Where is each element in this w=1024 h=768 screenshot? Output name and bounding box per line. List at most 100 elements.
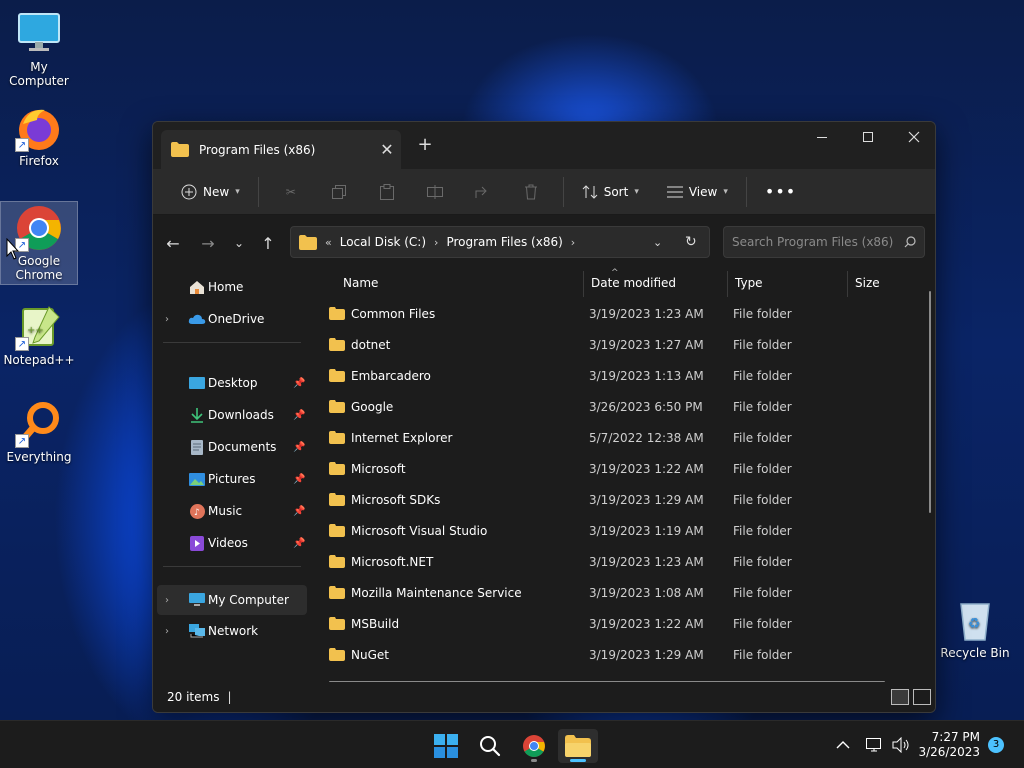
- chevron-right-icon[interactable]: ›: [165, 626, 169, 637]
- sidebar-item-pictures[interactable]: Pictures 📌: [157, 465, 307, 493]
- back-arrow-icon[interactable]: ←: [161, 231, 185, 255]
- file-name[interactable]: Mozilla Maintenance Service: [351, 586, 522, 600]
- pin-icon[interactable]: 📌: [293, 378, 305, 389]
- chrome-taskbar-icon[interactable]: [514, 729, 554, 763]
- breadcrumb-overflow[interactable]: «: [325, 236, 332, 249]
- view-label: View: [688, 184, 718, 199]
- search-box[interactable]: [723, 226, 925, 258]
- minimize-icon[interactable]: [799, 122, 845, 152]
- network-tray-icon[interactable]: [866, 721, 884, 768]
- recent-locations-chevron-icon[interactable]: ⌄: [227, 231, 251, 255]
- column-header-size[interactable]: Size: [855, 276, 880, 290]
- desktop-icon-everything[interactable]: ↗ Everything: [0, 400, 78, 464]
- table-row[interactable]: Microsoft 3/19/2023 1:22 AM File folder: [327, 453, 907, 484]
- table-row[interactable]: Microsoft SDKs 3/19/2023 1:29 AM File fold…: [327, 484, 907, 515]
- address-bar[interactable]: « Local Disk (C:) › Program Files (x86) …: [290, 226, 710, 258]
- desktop-icon-notepadpp[interactable]: ++ ↗ Notepad++: [0, 303, 78, 367]
- file-name[interactable]: MSBuild: [351, 617, 399, 631]
- up-arrow-icon[interactable]: ↑: [256, 231, 280, 255]
- file-name[interactable]: Common Files: [351, 307, 435, 321]
- taskbar-clock[interactable]: 7:27 PM 3/26/2023: [918, 730, 980, 760]
- sidebar-item-videos[interactable]: Videos 📌: [157, 529, 307, 557]
- table-row[interactable]: dotnet 3/19/2023 1:27 AM File folder: [327, 329, 907, 360]
- sidebar-item-my-computer[interactable]: › My Computer: [157, 585, 307, 615]
- pin-icon[interactable]: 📌: [293, 442, 305, 453]
- pin-icon[interactable]: 📌: [293, 506, 305, 517]
- paste-icon[interactable]: [372, 176, 402, 208]
- copy-icon[interactable]: [324, 176, 354, 208]
- file-name[interactable]: NuGet: [351, 648, 389, 662]
- sort-button[interactable]: Sort ▾: [572, 176, 649, 208]
- search-input[interactable]: [732, 235, 904, 249]
- table-row[interactable]: Google 3/26/2023 6:50 PM File folder: [327, 391, 907, 422]
- sidebar-item-music[interactable]: ♪ Music 📌: [157, 497, 307, 525]
- table-row[interactable]: Internet Explorer 5/7/2022 12:38 AM File f…: [327, 422, 907, 453]
- file-name[interactable]: Internet Explorer: [351, 431, 452, 445]
- column-divider[interactable]: [583, 271, 584, 297]
- table-row[interactable]: Microsoft Visual Studio 3/19/2023 1:19 AM…: [327, 515, 907, 546]
- chevron-right-icon[interactable]: ›: [434, 236, 438, 249]
- address-dropdown-icon[interactable]: ⌄: [653, 236, 662, 249]
- sidebar-item-network[interactable]: › Network: [157, 617, 307, 645]
- column-divider[interactable]: [847, 271, 848, 297]
- sidebar-item-downloads[interactable]: Downloads 📌: [157, 401, 307, 429]
- column-header-date[interactable]: Date modified: [591, 276, 676, 290]
- chevron-right-icon[interactable]: ›: [165, 595, 169, 606]
- delete-icon[interactable]: [516, 176, 546, 208]
- sidebar-item-documents[interactable]: Documents 📌: [157, 433, 307, 461]
- details-view-icon[interactable]: [891, 689, 909, 705]
- table-row[interactable]: Common Files 3/19/2023 1:23 AM File folder: [327, 298, 907, 329]
- table-row[interactable]: Mozilla Maintenance Service 3/19/2023 1:0…: [327, 577, 907, 608]
- folder-icon: [329, 493, 345, 506]
- volume-icon[interactable]: [892, 721, 910, 768]
- more-options-icon[interactable]: •••: [755, 176, 806, 208]
- table-row[interactable]: Embarcadero 3/19/2023 1:13 AM File folder: [327, 360, 907, 391]
- file-name[interactable]: Microsoft SDKs: [351, 493, 440, 507]
- forward-arrow-icon[interactable]: →: [196, 231, 220, 255]
- file-name[interactable]: dotnet: [351, 338, 390, 352]
- notification-badge[interactable]: 3: [988, 737, 1004, 753]
- file-name[interactable]: Google: [351, 400, 393, 414]
- tab-program-files[interactable]: Program Files (x86) ✕: [161, 130, 401, 169]
- file-explorer-taskbar-icon[interactable]: [558, 729, 598, 763]
- new-tab-icon[interactable]: +: [413, 134, 437, 155]
- file-name[interactable]: Microsoft.NET: [351, 555, 433, 569]
- desktop-icon-firefox[interactable]: ↗ Firefox: [0, 104, 78, 168]
- maximize-icon[interactable]: [845, 122, 891, 152]
- pin-icon[interactable]: 📌: [293, 538, 305, 549]
- column-divider[interactable]: [727, 271, 728, 297]
- desktop-icon-my-computer[interactable]: My Computer: [0, 10, 78, 88]
- table-row[interactable]: MSBuild 3/19/2023 1:22 AM File folder: [327, 608, 907, 639]
- search-icon[interactable]: [470, 729, 510, 763]
- tiles-view-icon[interactable]: [913, 689, 931, 705]
- desktop-icon-recycle-bin[interactable]: ♻ Recycle Bin: [936, 596, 1014, 660]
- breadcrumb-local-disk[interactable]: Local Disk (C:): [340, 235, 426, 249]
- close-tab-icon[interactable]: ✕: [373, 140, 401, 159]
- table-row[interactable]: Microsoft.NET 3/19/2023 1:23 AM File folde…: [327, 546, 907, 577]
- rename-icon[interactable]: [420, 176, 450, 208]
- sidebar-item-onedrive[interactable]: › OneDrive: [157, 305, 307, 333]
- column-header-type[interactable]: Type: [735, 276, 763, 290]
- new-button[interactable]: New ▾: [171, 176, 250, 208]
- vertical-scrollbar[interactable]: [929, 291, 931, 513]
- search-icon: [904, 236, 916, 248]
- table-row[interactable]: NuGet 3/19/2023 1:29 AM File folder: [327, 639, 907, 670]
- chevron-right-icon[interactable]: ›: [571, 236, 575, 249]
- file-name[interactable]: Microsoft: [351, 462, 406, 476]
- close-window-icon[interactable]: [891, 122, 935, 152]
- breadcrumb-program-files[interactable]: Program Files (x86): [446, 235, 562, 249]
- start-button-icon[interactable]: [426, 729, 466, 763]
- file-name[interactable]: Embarcadero: [351, 369, 431, 383]
- refresh-icon[interactable]: ↻: [685, 234, 697, 250]
- view-button[interactable]: View ▾: [657, 176, 738, 208]
- pin-icon[interactable]: 📌: [293, 410, 305, 421]
- sidebar-item-home[interactable]: Home: [157, 273, 307, 301]
- column-header-name[interactable]: Name: [343, 276, 378, 290]
- chevron-right-icon[interactable]: ›: [165, 314, 169, 325]
- sidebar-item-desktop[interactable]: Desktop 📌: [157, 369, 307, 397]
- file-name[interactable]: Microsoft Visual Studio: [351, 524, 487, 538]
- pin-icon[interactable]: 📌: [293, 474, 305, 485]
- cut-icon[interactable]: ✂: [276, 176, 306, 208]
- show-hidden-icons-chevron-up-icon[interactable]: [836, 721, 850, 768]
- share-icon[interactable]: [468, 176, 498, 208]
